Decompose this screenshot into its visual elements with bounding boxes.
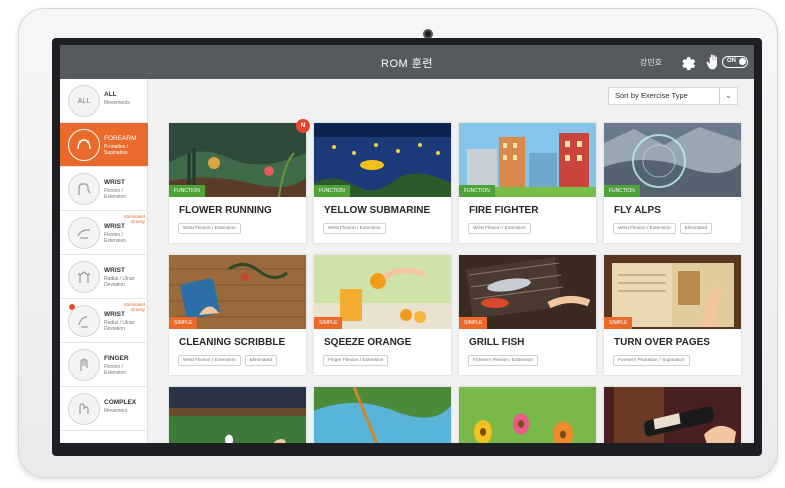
movement-chip: Wrist Flexion / Extension <box>323 223 386 234</box>
game-card-flowers[interactable] <box>459 387 596 443</box>
sidebar-item-finger[interactable]: FINGER Flexion / Extension <box>60 343 148 387</box>
wrist-flex-icon <box>68 173 100 205</box>
hand-icon[interactable] <box>706 54 720 70</box>
forearm-icon <box>68 129 100 161</box>
sidebar-item-all[interactable]: ALL ALL Movements <box>60 79 148 123</box>
game-title: GRILL FISH <box>469 337 525 348</box>
sort-dropdown[interactable]: Sort by Exercise Type ⌄ <box>608 87 738 105</box>
finger-icon <box>68 349 100 381</box>
chevron-down-icon: ⌄ <box>719 88 737 104</box>
game-title: TURN OVER PAGES <box>614 337 710 348</box>
game-title: FIRE FIGHTER <box>469 205 539 216</box>
wrist-deviation-gravity-icon <box>68 305 100 337</box>
sidebar-item-wrist-flexion-gravity[interactable]: Eliminated Gravity WRIST Flexion / Exten… <box>60 211 148 255</box>
game-card-flower-running[interactable]: N FUNCTION FLOWER RUNNING Wrist Flexion … <box>169 119 310 243</box>
sidebar-item-label: WRIST <box>104 223 125 230</box>
exercise-type-tag: SIMPLE <box>314 317 343 329</box>
user-name[interactable]: 강민호 <box>640 57 662 68</box>
all-circle-icon: ALL <box>68 85 100 117</box>
sidebar-item-sub: Flexion / Extension <box>104 364 126 376</box>
sidebar-item-label: ALL <box>104 91 117 98</box>
movement-chip: Wrist Flexion / Extension <box>178 223 241 234</box>
game-thumbnail <box>604 387 741 443</box>
sidebar-item-sub: Flexion / Extension <box>104 232 126 244</box>
top-bar: ROM 훈련 강민호 ON <box>60 45 754 79</box>
sidebar-item-forearm[interactable]: FOREARM Pronation / Supination <box>60 123 148 167</box>
sidebar-item-wrist-flexion[interactable]: WRIST Flexion / Extension <box>60 167 148 211</box>
game-title: FLY ALPS <box>614 205 661 216</box>
sidebar-item-sub: Movements <box>104 100 130 106</box>
movement-chip: Finger Flexion / Extension <box>323 355 389 366</box>
sidebar-item-wrist-deviation-gravity[interactable]: Eliminated Gravity WRIST Radial / Ulnar … <box>60 299 148 343</box>
sidebar-item-sub: Flexion / Extension <box>104 188 126 200</box>
exercise-type-tag: FUNCTION <box>169 185 205 197</box>
exercise-type-tag: SIMPLE <box>169 317 198 329</box>
sidebar-item-label: FOREARM <box>104 135 137 142</box>
new-badge: N <box>296 119 310 133</box>
exercise-type-tag: SIMPLE <box>604 317 633 329</box>
movement-chip: Wrist Flexion / Extension <box>613 223 676 234</box>
game-title: SQEEZE ORANGE <box>324 337 412 348</box>
sidebar-item-label: WRIST <box>104 311 125 318</box>
movement-chip: Eliminated <box>244 355 278 366</box>
game-card-turn-over-pages[interactable]: SIMPLE TURN OVER PAGES Forearm Pronation… <box>604 255 741 375</box>
game-card-fishing[interactable] <box>314 387 451 443</box>
movement-chip: Forearm Flexion / Extension <box>468 355 538 366</box>
movement-chip: Wrist Flexion / Extension <box>178 355 241 366</box>
game-card-grill-fish[interactable]: SIMPLE GRILL FISH Forearm Flexion / Exte… <box>459 255 596 375</box>
sidebar-item-label: WRIST <box>104 179 125 186</box>
sort-label: Sort by Exercise Type <box>615 91 688 100</box>
exercise-type-tag: SIMPLE <box>459 317 488 329</box>
game-title: FLOWER RUNNING <box>179 205 272 216</box>
wrist-deviation-icon <box>68 261 100 293</box>
game-thumbnail <box>314 387 451 443</box>
sidebar-item-sub: Radial / Ulnar Deviation <box>104 276 135 288</box>
game-card-fly-alps[interactable]: FUNCTION FLY ALPS Wrist Flexion / Extens… <box>604 123 741 243</box>
game-title: CLEANING SCRIBBLE <box>179 337 286 348</box>
game-card-yellow-submarine[interactable]: FUNCTION YELLOW SUBMARINE Wrist Flexion … <box>314 123 451 243</box>
game-thumbnail <box>459 387 596 443</box>
category-sidebar: ALL ALL Movements FOREARM Pronation / Su… <box>60 79 148 443</box>
game-card-baseball[interactable] <box>169 387 306 443</box>
game-card-sqeeze-orange[interactable]: SIMPLE SQEEZE ORANGE Finger Flexion / Ex… <box>314 255 451 375</box>
game-card-fire-fighter[interactable]: FUNCTION FIRE FIGHTER Wrist Flexion / Ex… <box>459 123 596 243</box>
game-card-cleaning-scribble[interactable]: SIMPLE CLEANING SCRIBBLE Wrist Flexion /… <box>169 255 306 375</box>
app-screen: ROM 훈련 강민호 ON ALL ALL Movements FOREARM … <box>60 45 754 443</box>
game-thumbnail <box>169 387 306 443</box>
exercise-type-tag: FUNCTION <box>314 185 350 197</box>
sidebar-item-label: WRIST <box>104 267 125 274</box>
movement-chip: Wrist Flexion / Extension <box>468 223 531 234</box>
sidebar-item-sub: Pronation / Supination <box>104 144 129 156</box>
sidebar-item-complex[interactable]: COMPLEX Movement <box>60 387 148 431</box>
exercise-type-tag: FUNCTION <box>604 185 640 197</box>
movement-chip: Eliminated <box>679 223 713 234</box>
game-title: YELLOW SUBMARINE <box>324 205 431 216</box>
sidebar-item-sub: Radial / Ulnar Deviation <box>104 320 135 332</box>
sidebar-item-wrist-deviation[interactable]: WRIST Radial / Ulnar Deviation <box>60 255 148 299</box>
sidebar-item-label: COMPLEX <box>104 399 137 406</box>
sidebar-item-sub: Movement <box>104 408 128 414</box>
movement-chip: Forearm Pronation / Supination <box>613 355 690 366</box>
exercise-type-tag: FUNCTION <box>459 185 495 197</box>
game-card-wine-pour[interactable] <box>604 387 741 443</box>
wrist-flex-gravity-icon <box>68 217 100 249</box>
gear-icon[interactable] <box>678 53 696 71</box>
sidebar-item-label: FINGER <box>104 355 129 362</box>
motion-toggle[interactable]: ON <box>722 56 748 68</box>
complex-icon <box>68 393 100 425</box>
